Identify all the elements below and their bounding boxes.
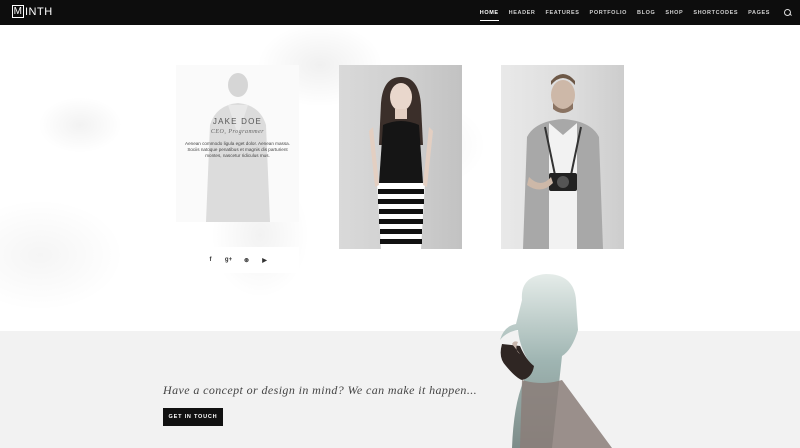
man-photo — [523, 74, 603, 249]
member-info: JAKE DOE CEO, Programmer Aenean commodo … — [176, 117, 299, 159]
nav-item-shop[interactable]: SHOP — [665, 10, 683, 16]
cta-section: Have a concept or design in mind? We can… — [0, 331, 800, 448]
site-logo[interactable]: M INTH — [12, 5, 53, 18]
search-icon[interactable] — [784, 8, 792, 17]
nav-item-header[interactable]: HEADER — [509, 10, 536, 16]
nav-item-features[interactable]: FEATURES — [546, 10, 580, 16]
team-card-man[interactable] — [501, 65, 624, 249]
double-exposure-portrait — [500, 274, 612, 448]
dribbble-icon[interactable]: ⊛ — [242, 255, 252, 265]
member-social-bar: f g+ ⊛ ▶ — [176, 247, 299, 273]
nav-item-shortcodes[interactable]: SHORTCODES — [693, 10, 738, 16]
cta-headline: Have a concept or design in mind? We can… — [163, 383, 478, 397]
google-plus-icon[interactable]: g+ — [224, 255, 234, 265]
nav-item-pages[interactable]: PAGES — [748, 10, 770, 16]
member-bio: Aenean commodo ligula eget dolor. Aenean… — [185, 141, 290, 158]
logo-text: INTH — [25, 5, 53, 18]
team-card-jake-doe[interactable]: JAKE DOE CEO, Programmer Aenean commodo … — [176, 65, 299, 222]
youtube-icon[interactable]: ▶ — [260, 255, 270, 265]
team-section: JAKE DOE CEO, Programmer Aenean commodo … — [0, 25, 800, 331]
facebook-icon[interactable]: f — [206, 255, 216, 265]
team-card-woman[interactable] — [339, 65, 462, 249]
member-name: JAKE DOE — [212, 117, 263, 126]
member-role: CEO, Programmer — [210, 129, 265, 135]
main-menu: HOME HEADER FEATURES PORTFOLIO BLOG SHOP… — [470, 0, 792, 25]
nav-item-blog[interactable]: BLOG — [637, 10, 655, 16]
get-in-touch-button[interactable]: GET IN TOUCH — [163, 408, 223, 426]
logo-letter: M — [12, 5, 24, 18]
nav-item-portfolio[interactable]: PORTFOLIO — [590, 10, 627, 16]
woman-photo — [369, 77, 433, 249]
nav-item-home[interactable]: HOME — [479, 10, 499, 21]
top-navbar: M INTH HOME HEADER FEATURES PORTFOLIO BL… — [0, 0, 800, 25]
